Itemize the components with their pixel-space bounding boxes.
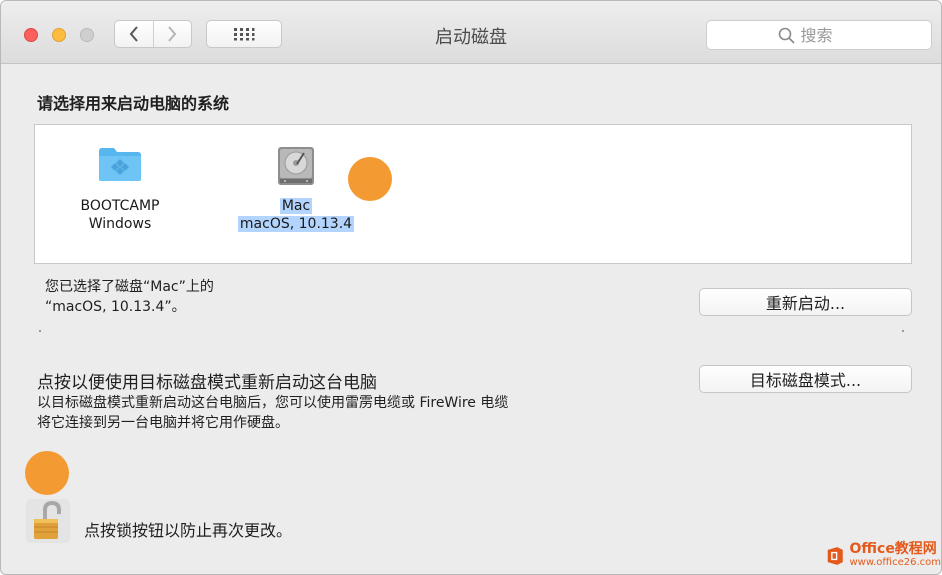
orange-marker	[25, 451, 69, 495]
selection-status: 您已选择了磁盘“Mac”上的 “macOS, 10.13.4”。	[45, 277, 214, 317]
disk-name: Mac	[231, 197, 361, 215]
startup-disk-window: 启动磁盘 请选择用来启动电脑的系统	[0, 0, 942, 575]
disk-system: Windows	[88, 216, 152, 232]
description-line: 将它连接到另一台电脑并将它用作硬盘。	[37, 415, 289, 431]
watermark-url: www.office26.com	[849, 557, 942, 568]
folder-icon	[99, 148, 141, 181]
status-line: “macOS, 10.13.4”。	[45, 299, 186, 315]
disk-name: BOOTCAMP	[80, 198, 160, 214]
disk-system: macOS, 10.13.4	[231, 215, 361, 233]
watermark-brand: Office教程网	[849, 541, 937, 557]
restart-button[interactable]: 重新启动...	[699, 288, 912, 316]
search-input[interactable]	[800, 25, 861, 45]
disk-list-panel: BOOTCAMP Windows Mac macOS, 10.13.4	[34, 124, 912, 264]
description-line: 以目标磁盘模式重新启动这台电脑后，您可以使用雷雳电缆或 FireWire 电缆	[37, 395, 509, 411]
disk-name-label: Mac	[279, 198, 313, 214]
divider-dot	[39, 330, 41, 332]
disk-system-label: macOS, 10.13.4	[237, 216, 355, 232]
search-field[interactable]	[706, 20, 932, 50]
lock-button[interactable]	[25, 498, 71, 544]
title-bar: 启动磁盘	[1, 1, 941, 64]
disk-item-bootcamp[interactable]: BOOTCAMP Windows	[70, 145, 170, 233]
orange-marker	[348, 157, 392, 201]
choose-system-heading: 请选择用来启动电脑的系统	[37, 94, 230, 113]
lock-instruction: 点按锁按钮以防止再次更改。	[84, 521, 293, 540]
status-line: 您已选择了磁盘“Mac”上的	[45, 279, 214, 295]
disk-item-mac[interactable]: Mac macOS, 10.13.4	[231, 145, 361, 233]
unlocked-padlock-icon	[26, 499, 70, 543]
target-disk-mode-button[interactable]: 目标磁盘模式...	[699, 365, 912, 393]
target-disk-mode-description: 以目标磁盘模式重新启动这台电脑后，您可以使用雷雳电缆或 FireWire 电缆 …	[37, 393, 637, 433]
divider-dot	[902, 330, 904, 332]
target-disk-mode-title: 点按以便使用目标磁盘模式重新启动这台电脑	[37, 373, 377, 393]
watermark-logo: Office教程网 www.office26.com	[825, 537, 942, 574]
search-icon	[778, 27, 795, 44]
office-logo-icon	[827, 547, 843, 565]
hard-drive-icon	[278, 147, 314, 185]
